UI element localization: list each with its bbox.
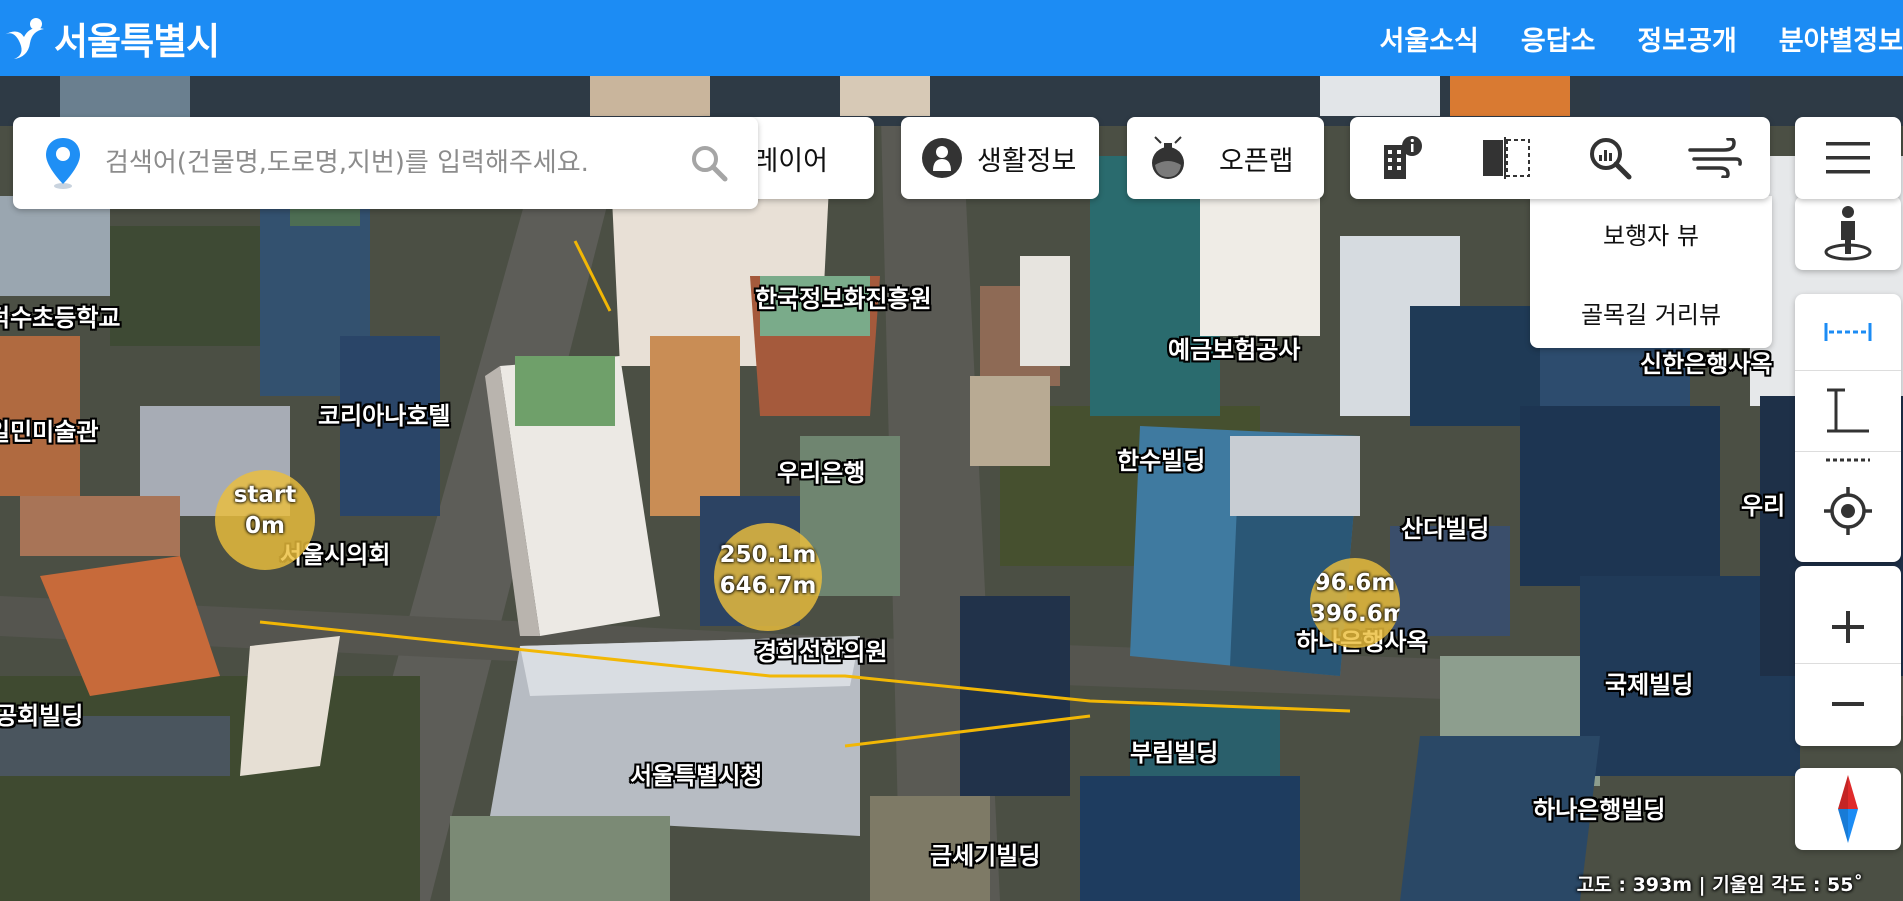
marker-line2: 396.6m [1310, 601, 1400, 627]
logo-title: 서울특별시 [54, 20, 220, 63]
openlab-button[interactable]: 오픈랩 [1127, 117, 1324, 199]
map-label[interactable]: 국제빌딩 [1605, 665, 1693, 700]
map-label[interactable]: 한수빌딩 [1117, 441, 1205, 476]
nav-response-center[interactable]: 응답소 [1521, 19, 1596, 58]
zoom-out-icon [1832, 702, 1864, 706]
building-info-icon[interactable] [1378, 135, 1424, 181]
top-header: 서울특별시 서울소식 응답소 정보공개 분야별정보 [0, 0, 1903, 76]
height-measure-button[interactable] [1795, 371, 1901, 452]
seoul-logo[interactable]: 서울특별시 [0, 6, 220, 70]
map-label[interactable]: 덕수초등학교 [0, 298, 120, 333]
menu-item-pedestrian-view[interactable]: 보행자 뷰 [1530, 216, 1772, 251]
map-label[interactable]: 코리아나호텔 [318, 396, 450, 431]
map-label[interactable]: 부림빌딩 [1130, 733, 1218, 768]
locate-button[interactable] [1795, 482, 1901, 540]
zoom-in-button[interactable] [1795, 566, 1901, 664]
marker-line1: start [233, 482, 297, 508]
tool-group [1350, 117, 1770, 199]
measure-marker-start[interactable]: start 0m [215, 470, 315, 570]
distance-measure-button[interactable] [1795, 294, 1901, 371]
pedestrian-view-button[interactable] [1795, 196, 1901, 270]
zoom-in-icon [1832, 611, 1864, 643]
marker-line2: 646.7m [719, 573, 817, 599]
locate-icon [1824, 487, 1872, 535]
map-label[interactable]: 신한은행사옥 [1640, 344, 1772, 379]
map-label[interactable]: 일민미술관 [0, 412, 98, 447]
search-icon[interactable] [689, 143, 729, 183]
map-label[interactable]: 하나은행빌딩 [1533, 790, 1665, 825]
measure-marker-point[interactable]: 96.6m 396.6m [1310, 558, 1400, 648]
map-label[interactable]: 우리은행 [777, 453, 865, 488]
view-mode-dropdown: 보행자 뷰 골목길 거리뷰 [1530, 196, 1772, 348]
compass-icon [1838, 775, 1858, 843]
altitude-tilt-status: 고도 : 393m | 기울임 각도 : 55˚ [1576, 874, 1863, 896]
measure-marker-point[interactable]: 250.1m 646.7m [714, 523, 822, 631]
area-measure-icon [1826, 458, 1870, 462]
marker-line1: 250.1m [719, 542, 817, 568]
area-measure-button[interactable] [1795, 452, 1901, 482]
menu-button[interactable] [1795, 117, 1901, 199]
location-pin-icon [43, 136, 83, 190]
analysis-search-icon[interactable] [1588, 136, 1632, 180]
top-navigation: 서울소식 응답소 정보공개 분야별정보 [1338, 0, 1903, 76]
map-label[interactable]: 공회빌딩 [0, 696, 83, 731]
compass-button[interactable] [1795, 768, 1901, 850]
nav-seoul-news[interactable]: 서울소식 [1380, 19, 1479, 58]
height-measure-icon [1827, 388, 1869, 433]
wind-icon[interactable] [1688, 138, 1742, 178]
map-label[interactable]: 한국정보화진흥원 [755, 279, 932, 314]
split-view-icon[interactable] [1480, 135, 1532, 181]
openlab-label: 오픈랩 [1219, 145, 1294, 177]
nav-field-info[interactable]: 분야별정보 [1779, 19, 1903, 58]
distance-measure-icon [1824, 323, 1872, 341]
layer-label: 레이어 [753, 146, 828, 177]
menu-icon [1824, 140, 1872, 176]
marker-line2: 0m [245, 513, 285, 539]
map-label[interactable]: 서울특별시청 [630, 756, 762, 791]
pedestrian-icon [1822, 204, 1874, 262]
menu-item-alley-street-view[interactable]: 골목길 거리뷰 [1530, 295, 1772, 330]
marker-line1: 96.6m [1314, 570, 1396, 596]
person-icon [921, 137, 963, 179]
map-label[interactable]: 금세기빌딩 [930, 836, 1040, 871]
map-label[interactable]: 산다빌딩 [1401, 509, 1489, 544]
search-box [13, 117, 758, 209]
nav-info-disclosure[interactable]: 정보공개 [1637, 19, 1736, 58]
zoom-out-button[interactable] [1795, 664, 1901, 744]
zoom-controls [1795, 566, 1901, 746]
map-label[interactable]: 예금보험공사 [1168, 330, 1300, 365]
search-input[interactable] [103, 147, 667, 179]
map-label[interactable]: 경희선한의원 [755, 632, 887, 667]
seoul-logo-icon [0, 13, 50, 63]
flask-icon [1147, 135, 1189, 181]
measure-tools-panel [1795, 294, 1901, 562]
life-info-button[interactable]: 생활정보 [901, 117, 1099, 199]
life-info-label: 생활정보 [977, 145, 1077, 177]
map-label[interactable]: 우리 [1741, 486, 1785, 521]
